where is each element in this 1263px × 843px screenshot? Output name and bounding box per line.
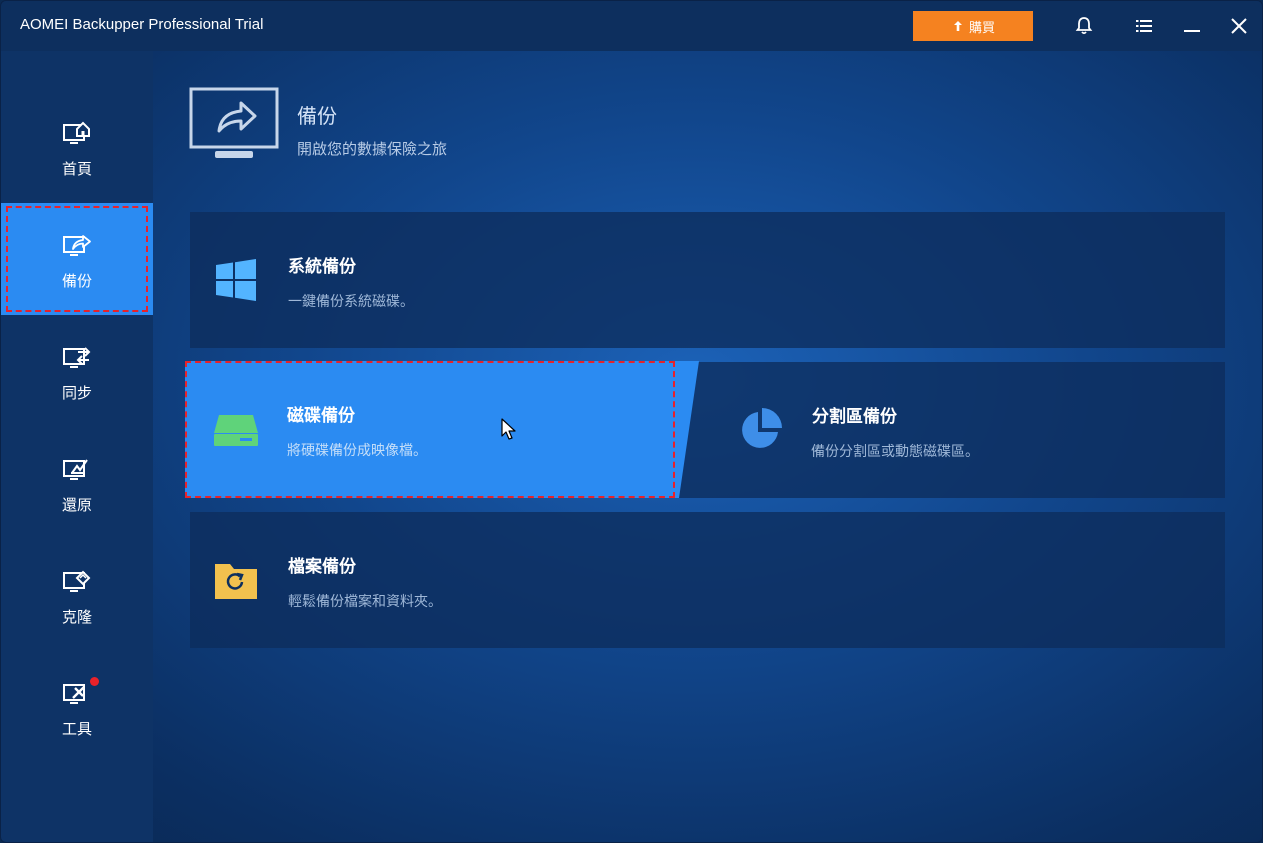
bell-icon[interactable] [1072, 14, 1096, 38]
disk-icon [214, 415, 258, 446]
partition-backup-card[interactable]: 分割區備份 備份分割區或動態磁碟區。 [675, 362, 1225, 498]
notification-badge [90, 677, 99, 686]
page-subtitle: 開啟您的數據保險之旅 [297, 140, 448, 158]
close-icon[interactable] [1227, 14, 1251, 38]
sidebar-item-tools[interactable]: 工具 [1, 651, 153, 763]
sidebar-item-label: 備份 [61, 271, 92, 290]
restore-icon [63, 458, 88, 480]
page-title: 備份 [297, 104, 337, 128]
file-backup-title: 檔案備份 [288, 557, 356, 577]
file-backup-desc: 輕鬆備份檔案和資料夾。 [288, 594, 442, 610]
windows-icon [216, 259, 256, 301]
menu-icon[interactable] [1132, 14, 1156, 38]
buy-button[interactable]: 購買 [913, 11, 1033, 41]
app-title: AOMEI Backupper Professional Trial [20, 16, 264, 33]
arrow-up-icon [953, 21, 962, 31]
sidebar-item-sync[interactable]: 同步 [1, 315, 153, 427]
app-window: AOMEI Backupper Professional Trial 購買 首頁… [0, 0, 1263, 843]
disk-backup-title: 磁碟備份 [287, 406, 355, 426]
file-backup-card[interactable]: 檔案備份 輕鬆備份檔案和資料夾。 [190, 512, 1225, 648]
partition-backup-desc: 備份分割區或動態磁碟區。 [811, 444, 979, 460]
sidebar-item-backup[interactable]: 備份 [1, 203, 153, 315]
home-icon [63, 121, 90, 144]
card-slant-edge [675, 361, 699, 498]
pie-chart-icon [742, 408, 782, 448]
system-backup-desc: 一鍵備份系統磁碟。 [288, 294, 414, 310]
backup-icon [63, 234, 91, 256]
title-bar: AOMEI Backupper Professional Trial 購買 [1, 1, 1262, 51]
sidebar-item-clone[interactable]: 克隆 [1, 539, 153, 651]
system-backup-card[interactable]: 系統備份 一鍵備份系統磁碟。 [190, 212, 1225, 348]
disk-backup-card[interactable]: 磁碟備份 將硬碟備份成映像檔。 [185, 361, 675, 498]
partition-backup-title: 分割區備份 [812, 407, 897, 427]
folder-sync-icon [215, 564, 257, 599]
sidebar-item-label: 工具 [61, 719, 92, 738]
buy-button-label: 購買 [968, 20, 995, 36]
sidebar-item-home[interactable]: 首頁 [1, 91, 153, 203]
sidebar: 首頁 備份 同步 還原 克隆 工具 [1, 51, 153, 842]
sidebar-item-label: 首頁 [61, 159, 92, 178]
sidebar-item-label: 還原 [61, 495, 92, 514]
sidebar-item-label: 克隆 [61, 607, 92, 626]
clone-icon [63, 570, 91, 592]
sync-icon [63, 346, 91, 368]
sidebar-item-label: 同步 [61, 383, 92, 402]
minimize-icon[interactable] [1180, 14, 1204, 38]
backup-monitor-icon [189, 87, 279, 158]
system-backup-title: 系統備份 [288, 257, 356, 277]
disk-backup-desc: 將硬碟備份成映像檔。 [287, 443, 427, 459]
sidebar-item-restore[interactable]: 還原 [1, 427, 153, 539]
